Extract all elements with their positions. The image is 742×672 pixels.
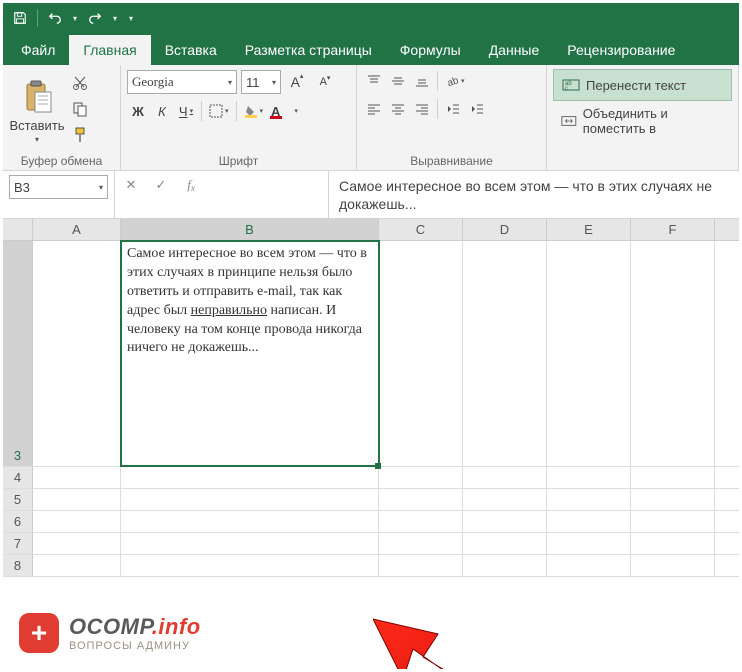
row-header-6[interactable]: 6	[3, 511, 33, 532]
tab-layout[interactable]: Разметка страницы	[231, 35, 386, 65]
row-8: 8	[3, 555, 739, 577]
font-size-combo[interactable]: 11▾	[241, 70, 281, 94]
bold-button[interactable]: Ж	[127, 99, 149, 123]
copy-button[interactable]	[69, 99, 91, 119]
row-header-4[interactable]: 4	[3, 467, 33, 488]
formula-bar: B3▾ ✕ ✓ fx Самое интересное во всем этом…	[3, 171, 739, 219]
col-header-C[interactable]: C	[379, 219, 463, 240]
row-4: 4	[3, 467, 739, 489]
shrink-font-button[interactable]: A▾	[313, 70, 337, 94]
tab-formulas[interactable]: Формулы	[386, 35, 475, 65]
underline-button[interactable]: Ч▾	[175, 99, 197, 123]
increase-indent-button[interactable]	[466, 97, 488, 121]
align-center-button[interactable]	[387, 97, 409, 121]
col-header-D[interactable]: D	[463, 219, 547, 240]
redo-icon[interactable]	[86, 9, 104, 27]
wrap-text-button[interactable]: abc Перенести текст	[553, 69, 732, 101]
tab-file[interactable]: Файл	[7, 35, 69, 65]
align-top-button[interactable]	[363, 69, 385, 93]
col-header-F[interactable]: F	[631, 219, 715, 240]
align-bottom-button[interactable]	[411, 69, 433, 93]
cell-B3[interactable]: Самое интересное во всем этом — что в эт…	[121, 241, 379, 466]
align-right-button[interactable]	[411, 97, 433, 121]
name-box[interactable]: B3▾	[9, 175, 108, 199]
redo-dropdown-icon[interactable]: ▾	[110, 9, 120, 27]
group-font: Georgia▾ 11▾ A▴ A▾ Ж К Ч▾ ▾ ▾ A▾	[121, 65, 357, 170]
clipboard-group-label: Буфер обмена	[9, 151, 114, 170]
cell-C3[interactable]	[379, 241, 463, 466]
row-header-5[interactable]: 5	[3, 489, 33, 510]
tab-review[interactable]: Рецензирование	[553, 35, 689, 65]
col-header-B[interactable]: B	[121, 219, 379, 240]
watermark-badge-icon: +	[19, 613, 59, 653]
cell-E3[interactable]	[547, 241, 631, 466]
row-header-8[interactable]: 8	[3, 555, 33, 576]
group-alignment: ab▾ Выравнивание	[357, 65, 547, 170]
qat-customize-icon[interactable]: ▾	[126, 9, 136, 27]
font-color-button[interactable]: A▾	[268, 99, 301, 123]
fill-color-button[interactable]: ▾	[241, 99, 267, 123]
font-name-combo[interactable]: Georgia▾	[127, 70, 237, 94]
decrease-indent-button[interactable]	[442, 97, 464, 121]
formula-content[interactable]: Самое интересное во всем этом — что в эт…	[329, 171, 739, 218]
fx-button[interactable]: fx	[181, 175, 201, 195]
row-6: 6	[3, 511, 739, 533]
align-middle-button[interactable]	[387, 69, 409, 93]
col-header-E[interactable]: E	[547, 219, 631, 240]
paste-button[interactable]: Вставить ▾	[9, 69, 65, 151]
col-header-A[interactable]: A	[33, 219, 121, 240]
select-all-corner[interactable]	[3, 219, 33, 240]
watermark: + OCOMP.info ВОПРОСЫ АДМИНУ	[19, 613, 201, 653]
border-button[interactable]: ▾	[206, 99, 232, 123]
italic-button[interactable]: К	[151, 99, 173, 123]
undo-icon[interactable]	[46, 9, 64, 27]
orientation-button[interactable]: ab▾	[442, 69, 468, 93]
tab-insert[interactable]: Вставка	[151, 35, 231, 65]
save-icon[interactable]	[11, 9, 29, 27]
svg-text:ab: ab	[446, 75, 459, 88]
alignment-group-label: Выравнивание	[363, 151, 540, 170]
merge-center-button[interactable]: Объединить и поместить в	[553, 105, 732, 137]
align-left-button[interactable]	[363, 97, 385, 121]
svg-text:c: c	[565, 86, 568, 92]
tab-home[interactable]: Главная	[69, 35, 150, 65]
row-7: 7	[3, 533, 739, 555]
ribbon-tabs: Файл Главная Вставка Разметка страницы Ф…	[3, 33, 739, 65]
format-painter-button[interactable]	[69, 125, 91, 145]
row-header-7[interactable]: 7	[3, 533, 33, 554]
font-group-label: Шрифт	[127, 151, 350, 170]
ribbon: Вставить ▾ Буфер обмена Georgia▾ 11▾ A	[3, 65, 739, 171]
paste-label: Вставить	[9, 118, 64, 133]
cell-D3[interactable]	[463, 241, 547, 466]
group-wrap-merge: abc Перенести текст Объединить и помести…	[547, 65, 739, 170]
name-box-wrap: B3▾	[3, 171, 115, 218]
grow-font-button[interactable]: A▴	[285, 70, 309, 94]
cancel-formula-button[interactable]: ✕	[121, 175, 141, 195]
tab-data[interactable]: Данные	[475, 35, 554, 65]
undo-dropdown-icon[interactable]: ▾	[70, 9, 80, 27]
row-header-3[interactable]: 3	[3, 241, 33, 466]
row-5: 5	[3, 489, 739, 511]
row-3: 3 Самое интересное во всем этом — что в …	[3, 241, 739, 467]
group-clipboard: Вставить ▾ Буфер обмена	[3, 65, 121, 170]
accept-formula-button[interactable]: ✓	[151, 175, 171, 195]
window-titlebar: ▾ ▾ ▾	[3, 3, 739, 33]
cut-button[interactable]	[69, 73, 91, 93]
spreadsheet-grid: A B C D E F 3 Самое интересное во всем э…	[3, 219, 739, 669]
cell-A3[interactable]	[33, 241, 121, 466]
cell-F3[interactable]	[631, 241, 715, 466]
